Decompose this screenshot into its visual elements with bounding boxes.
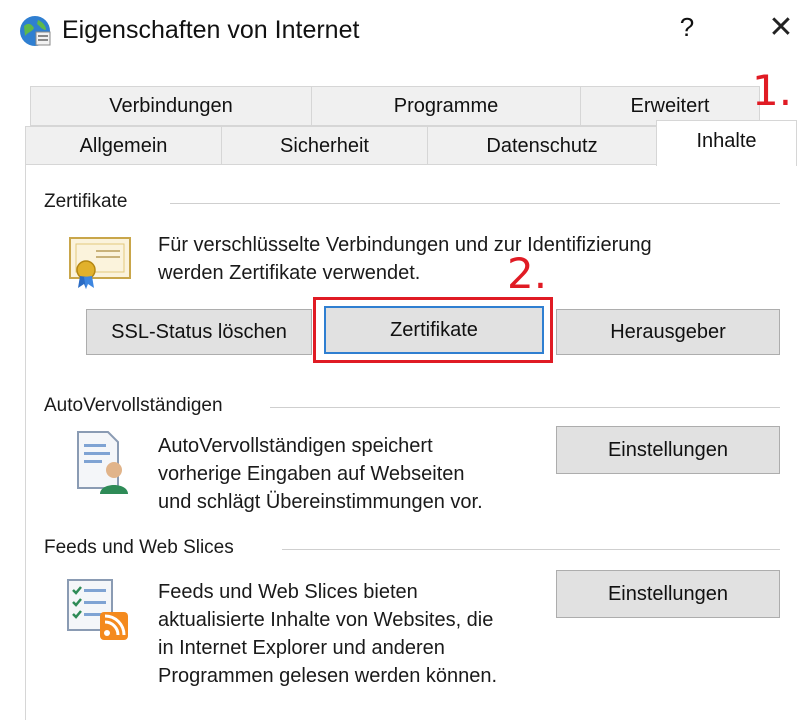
feeds-description-line1: Feeds und Web Slices bieten <box>158 581 418 603</box>
feeds-description-line3: in Internet Explorer und anderen <box>158 637 445 659</box>
internet-options-globe-icon <box>18 14 52 48</box>
certificate-icon <box>66 232 134 292</box>
publishers-button[interactable]: Herausgeber <box>556 309 780 355</box>
certificates-group-label: Zertifikate <box>44 191 138 213</box>
feeds-group-divider <box>282 549 780 550</box>
certificates-description-line2: werden Zertifikate verwendet. <box>158 262 421 284</box>
autocomplete-user-icon <box>74 428 130 498</box>
tab-inhalte[interactable]: Inhalte <box>656 120 797 166</box>
tab-sicherheit[interactable]: Sicherheit <box>221 126 428 166</box>
annotation-box-certificates-button <box>313 297 553 363</box>
title-bar: Eigenschaften von Internet ? ✕ <box>0 0 797 70</box>
annotation-step-2: 2. <box>507 249 548 298</box>
annotation-step-1: 1. <box>752 66 793 115</box>
certificates-description-line1: Für verschlüsselte Verbindungen und zur … <box>158 234 652 256</box>
autocomplete-group-divider <box>270 407 780 408</box>
tab-verbindungen[interactable]: Verbindungen <box>30 86 312 126</box>
clear-ssl-state-button[interactable]: SSL-Status löschen <box>86 309 312 355</box>
tab-allgemein[interactable]: Allgemein <box>25 126 222 166</box>
autocomplete-description-line2: vorherige Eingaben auf Webseiten <box>158 463 465 485</box>
tab-programme[interactable]: Programme <box>311 86 581 126</box>
feeds-rss-icon <box>64 574 134 644</box>
window-title: Eigenschaften von Internet <box>62 16 360 44</box>
autocomplete-settings-button[interactable]: Einstellungen <box>556 426 780 474</box>
certificates-group-divider <box>170 203 780 204</box>
feeds-description-line4: Programmen gelesen werden können. <box>158 665 498 687</box>
autocomplete-description-line1: AutoVervollständigen speichert <box>158 435 433 457</box>
feeds-group-label: Feeds und Web Slices <box>44 537 244 559</box>
help-button[interactable]: ? <box>672 12 702 48</box>
autocomplete-group-label: AutoVervollständigen <box>44 395 233 417</box>
feeds-description-line2: aktualisierte Inhalte von Websites, die <box>158 609 494 631</box>
feeds-settings-button[interactable]: Einstellungen <box>556 570 780 618</box>
close-button[interactable]: ✕ <box>765 10 797 50</box>
autocomplete-description-line3: und schlägt Übereinstimmungen vor. <box>158 491 483 513</box>
tab-datenschutz[interactable]: Datenschutz <box>427 126 657 166</box>
